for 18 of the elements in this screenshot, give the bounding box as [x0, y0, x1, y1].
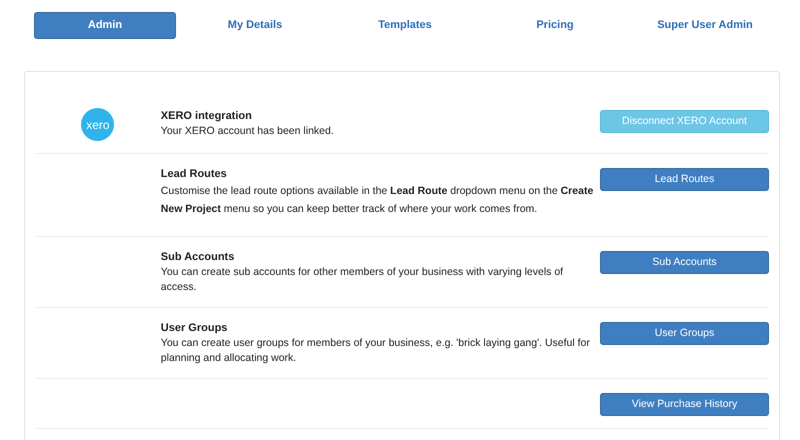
nav-tab[interactable]: Pricing — [528, 12, 582, 39]
section-title: Lead Routes — [160, 167, 227, 182]
action-button[interactable]: View Purchase History — [600, 393, 769, 416]
section-description: Customise the lead route options available in the Lead Route dropdown menu on the Create New Project menu so you can keep better track of where your work comes from. — [160, 184, 594, 217]
section-title: Sub Accounts — [160, 250, 234, 265]
section-description: You can create user groups for members of your business, e.g. 'brick laying gang'. Useful for planning and allocating work. — [160, 336, 591, 366]
action-button[interactable]: User Groups — [600, 322, 769, 346]
nav-tab[interactable]: Admin — [34, 12, 176, 39]
action-button[interactable]: Lead Routes — [600, 168, 769, 192]
section-title: User Groups — [160, 321, 228, 336]
nav-tab[interactable]: Templates — [370, 12, 440, 39]
section-title: XERO integration — [160, 109, 252, 124]
nav-tab[interactable]: My Details — [220, 12, 290, 39]
section-description: Your XERO account has been linked. — [160, 124, 334, 139]
xero-logo: xero — [81, 108, 114, 141]
action-button[interactable]: Sub Accounts — [600, 251, 769, 274]
section-description: You can create sub accounts for other members of your business with varying levels of access. — [160, 265, 564, 295]
nav-tab[interactable]: Super User Admin — [649, 12, 761, 39]
